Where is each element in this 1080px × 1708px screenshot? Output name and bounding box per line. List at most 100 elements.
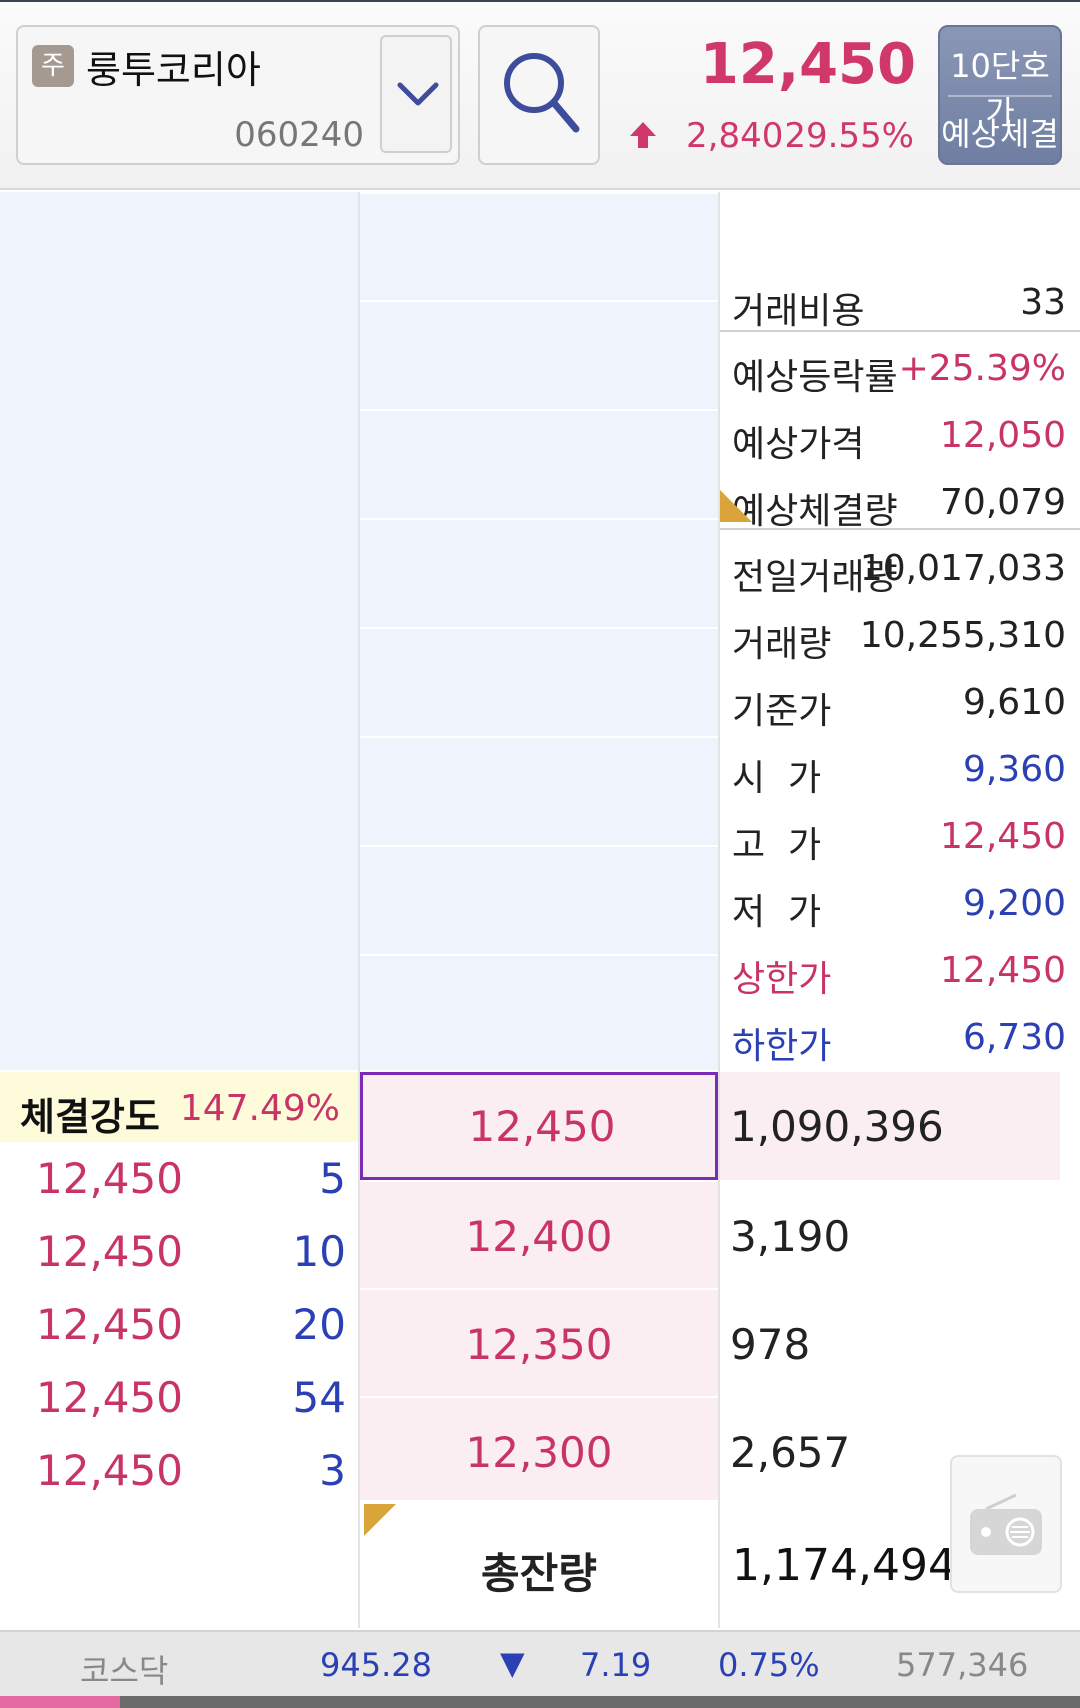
index-value: 945.28 bbox=[320, 1646, 432, 1684]
stock-code: 060240 bbox=[234, 115, 364, 155]
bid-qty-cell: 3,190 bbox=[720, 1182, 1060, 1290]
tick-row: 12,450 10 bbox=[0, 1219, 358, 1292]
bid-qty: 1,090,396 bbox=[730, 1102, 944, 1151]
tick-qty: 20 bbox=[292, 1300, 346, 1349]
search-icon bbox=[504, 53, 580, 133]
price-change: 2,840 bbox=[686, 116, 784, 156]
total-label-cell: 총잔량 bbox=[360, 1500, 718, 1628]
upper-limit-value: 12,450 bbox=[940, 950, 1066, 991]
info-row-prev-volume: 전일거래량 10,017,033 bbox=[720, 538, 1080, 604]
lower-limit-value: 6,730 bbox=[962, 1017, 1066, 1058]
tick-price: 12,450 bbox=[36, 1227, 183, 1276]
tick-row: 12,450 20 bbox=[0, 1292, 358, 1365]
index-name: 코스닥 bbox=[80, 1652, 169, 1690]
fee-label: 거래비용 bbox=[732, 291, 865, 332]
expected-volume-label: 예상체결량 bbox=[732, 491, 898, 532]
info-divider bbox=[720, 528, 1080, 530]
ask-volume-column bbox=[0, 192, 358, 1070]
bid-qty: 978 bbox=[730, 1320, 811, 1369]
info-row-fee: 거래비용 33 bbox=[720, 272, 1080, 338]
info-row-upper-limit: 상한가 12,450 bbox=[720, 940, 1080, 1006]
expected-volume-value: 70,079 bbox=[940, 482, 1066, 523]
tick-price: 12,450 bbox=[36, 1300, 183, 1349]
chevron-down-icon bbox=[397, 82, 439, 106]
ask-row-divider bbox=[360, 954, 718, 956]
bid-qty-cell: 2,657 bbox=[720, 1398, 940, 1506]
base-price-label: 기준가 bbox=[732, 691, 832, 732]
info-row-lower-limit: 하한가 6,730 bbox=[720, 1007, 1080, 1073]
bid-price: 12,350 bbox=[465, 1320, 613, 1369]
execution-strength: 체결강도 147.49% bbox=[0, 1072, 358, 1142]
expected-rate-label: 예상등락률 bbox=[732, 357, 898, 398]
tick-qty: 10 bbox=[292, 1227, 346, 1276]
down-arrow-icon: ▼ bbox=[500, 1644, 525, 1682]
info-row-low: 저 가 9,200 bbox=[720, 873, 1080, 939]
index-change: 7.19 bbox=[580, 1646, 652, 1684]
tick-price: 12,450 bbox=[36, 1446, 183, 1495]
total-left-blank bbox=[0, 1500, 358, 1628]
bottom-strip bbox=[0, 1696, 1080, 1708]
tick-price: 12,450 bbox=[36, 1373, 183, 1422]
info-row-open: 시 가 9,360 bbox=[720, 739, 1080, 805]
high-label: 고 가 bbox=[732, 825, 822, 866]
info-row-expected-rate: 예상등락률 +25.39% bbox=[720, 338, 1080, 404]
header-bar: 주 룽투코리아 060240 12,450 2,840 29.55% 10단호가… bbox=[0, 0, 1080, 190]
tick-qty: 54 bbox=[292, 1373, 346, 1422]
volume-label: 거래량 bbox=[732, 624, 832, 665]
info-row-expected-price: 예상가격 12,050 bbox=[720, 405, 1080, 471]
ask-row-divider bbox=[360, 627, 718, 629]
strength-value: 147.49% bbox=[179, 1088, 340, 1129]
fee-value: 33 bbox=[1020, 282, 1066, 323]
stock-dropdown-button[interactable] bbox=[380, 35, 452, 153]
bid-qty: 2,657 bbox=[730, 1428, 851, 1477]
ask-row-divider bbox=[360, 300, 718, 302]
bottom-accent bbox=[0, 1696, 120, 1708]
bid-qty-cell: 1,090,396 bbox=[720, 1072, 1060, 1180]
low-value: 9,200 bbox=[962, 883, 1066, 924]
expected-price-label: 예상가격 bbox=[732, 424, 865, 465]
tick-row: 12,450 54 bbox=[0, 1365, 358, 1438]
open-label: 시 가 bbox=[732, 758, 822, 799]
total-label: 총잔량 bbox=[481, 1549, 597, 1598]
market-index-ticker[interactable]: 코스닥 945.28 ▼ 7.19 0.75% 577,346 bbox=[0, 1630, 1080, 1696]
bid-price: 12,450 bbox=[468, 1102, 616, 1151]
corner-marker-icon bbox=[364, 1504, 396, 1536]
ask-row-divider bbox=[360, 845, 718, 847]
tick-qty: 5 bbox=[319, 1154, 346, 1203]
bid-price-cell[interactable]: 12,400 bbox=[360, 1182, 718, 1290]
expected-execution-label: 예상체결 bbox=[941, 115, 1059, 153]
bid-price-cell[interactable]: 12,300 bbox=[360, 1398, 718, 1506]
header-top-line bbox=[0, 0, 1080, 2]
index-volume: 577,346 bbox=[896, 1646, 1029, 1684]
index-change-rate: 0.75% bbox=[718, 1646, 820, 1684]
info-row-high: 고 가 12,450 bbox=[720, 806, 1080, 872]
up-arrow-icon bbox=[630, 122, 656, 148]
tick-qty: 3 bbox=[319, 1446, 346, 1495]
expected-price-value: 12,050 bbox=[940, 415, 1066, 456]
current-price: 12,450 bbox=[699, 32, 916, 97]
price-change-rate: 29.55% bbox=[784, 116, 914, 156]
low-label: 저 가 bbox=[732, 892, 822, 933]
info-row-base-price: 기준가 9,610 bbox=[720, 672, 1080, 738]
stock-info-panel: 거래비용 33 예상등락률 +25.39% 예상가격 12,050 예상체결량 … bbox=[720, 192, 1080, 1070]
bid-qty-cell: 978 bbox=[720, 1290, 1060, 1398]
stock-type-badge: 주 bbox=[32, 45, 74, 87]
bid-price-column: 12,450 12,400 12,350 12,300 bbox=[360, 1072, 718, 1500]
bid-price-cell[interactable]: 12,350 bbox=[360, 1290, 718, 1398]
stock-selector[interactable]: 주 룽투코리아 060240 bbox=[16, 25, 460, 165]
column-divider bbox=[358, 1500, 360, 1628]
total-value: 1,174,494 bbox=[732, 1540, 956, 1591]
tick-price: 12,450 bbox=[36, 1154, 183, 1203]
upper-limit-label: 상한가 bbox=[732, 959, 832, 1000]
ten-level-quote-button[interactable]: 10단호가 예상체결 bbox=[938, 25, 1062, 165]
open-value: 9,360 bbox=[962, 749, 1066, 790]
tick-row: 12,450 5 bbox=[0, 1146, 358, 1219]
base-price-value: 9,610 bbox=[962, 682, 1066, 723]
info-divider bbox=[720, 330, 1080, 332]
search-button[interactable] bbox=[478, 25, 600, 165]
info-row-volume: 거래량 10,255,310 bbox=[720, 605, 1080, 671]
ask-row-divider bbox=[360, 518, 718, 520]
strength-label: 체결강도 bbox=[20, 1095, 160, 1139]
bid-price-cell-selected[interactable]: 12,450 bbox=[360, 1072, 718, 1180]
radio-button[interactable] bbox=[950, 1455, 1062, 1593]
